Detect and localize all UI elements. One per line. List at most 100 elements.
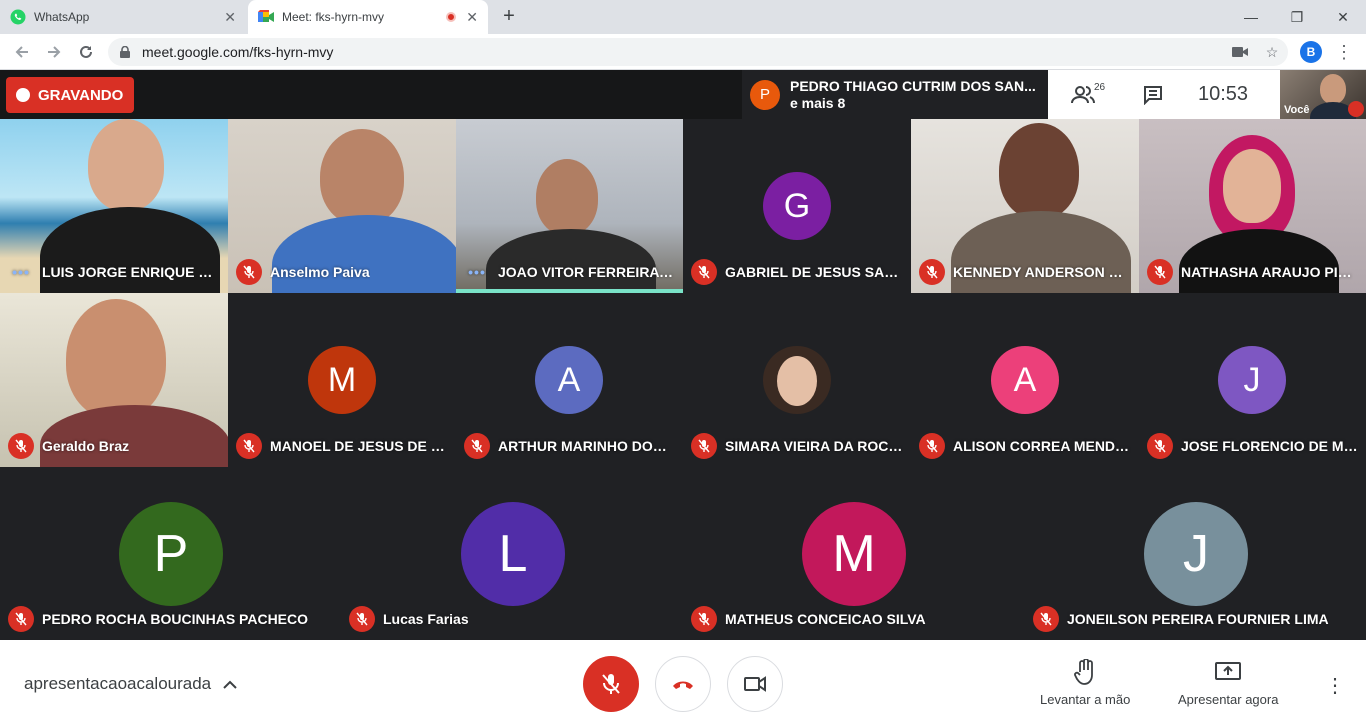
participant-tile[interactable]: Geraldo Braz (0, 293, 228, 467)
close-icon[interactable]: ✕ (224, 9, 236, 26)
self-preview[interactable]: Você (1280, 70, 1366, 119)
meeting-clock: 10:53 (1198, 83, 1249, 105)
new-tab-button[interactable]: + (498, 6, 520, 28)
raise-hand-button[interactable]: Levantar a mão (1040, 658, 1130, 707)
mic-off-icon (1348, 101, 1364, 117)
participant-label: MATHEUS CONCEICAO SILVA (691, 606, 1017, 632)
participant-name: JOAO VITOR FERREIRA FR... (498, 264, 675, 280)
participant-name: KENNEDY ANDERSON ME... (953, 264, 1131, 280)
participants-button[interactable]: 26 (1048, 70, 1118, 119)
participant-label: JOSE FLORENCIO DE MEL... (1147, 433, 1358, 459)
chat-icon (1144, 85, 1162, 105)
maximize-button[interactable]: ❐ (1274, 0, 1320, 34)
mic-off-icon (464, 433, 490, 459)
chat-button[interactable] (1118, 70, 1188, 119)
participant-avatar: M (308, 346, 376, 414)
participant-count: 26 (1094, 82, 1106, 93)
reload-button[interactable] (74, 40, 98, 64)
participant-name: Lucas Farias (383, 611, 469, 627)
recording-badge: GRAVANDO (6, 77, 134, 113)
mic-off-icon (1147, 433, 1173, 459)
microphone-toggle-button[interactable] (583, 656, 639, 712)
browser-menu-icon[interactable]: ⋮ (1332, 40, 1356, 64)
participant-tile[interactable]: P PEDRO ROCHA BOUCINHAS PACHECO (0, 467, 341, 640)
participant-tile[interactable]: SIMARA VIEIRA DA ROCHA (683, 293, 911, 467)
participant-tile[interactable]: ••• LUIS JORGE ENRIQUE RIV... (0, 119, 228, 293)
participant-label: ALISON CORREA MENDES (919, 433, 1131, 459)
more-options-icon[interactable]: ⋮ (1320, 670, 1350, 700)
participant-label: Geraldo Braz (8, 433, 220, 459)
tab-whatsapp[interactable]: WhatsApp ✕ (0, 0, 246, 34)
participant-label: ••• LUIS JORGE ENRIQUE RIV... (8, 259, 220, 285)
minimize-button[interactable]: — (1228, 0, 1274, 34)
present-now-button[interactable]: Apresentar agora (1178, 658, 1278, 707)
participant-tile[interactable]: ••• JOAO VITOR FERREIRA FR... (456, 119, 683, 293)
url-field[interactable]: meet.google.com/fks-hyrn-mvy (108, 38, 1288, 66)
participant-tile[interactable]: J JOSE FLORENCIO DE MEL... (1139, 293, 1366, 467)
leave-call-button[interactable] (655, 656, 711, 712)
presenter-avatar: P (750, 79, 780, 110)
camera-icon[interactable] (1228, 40, 1252, 64)
participant-tile[interactable]: A ALISON CORREA MENDES (911, 293, 1139, 467)
tab-title: Meet: fks-hyrn-mvy (282, 10, 385, 24)
participant-tile[interactable]: L Lucas Farias (341, 467, 683, 640)
meet-bottom-bar: apresentacaoacalourada Levantar a mão Ap… (0, 640, 1366, 728)
window-close-button[interactable]: ✕ (1320, 0, 1366, 34)
participant-tile[interactable]: J JONEILSON PEREIRA FOURNIER LIMA (1025, 467, 1366, 640)
participant-video-face (536, 159, 598, 235)
tab-meet[interactable]: Meet: fks-hyrn-mvy ✕ (248, 0, 488, 34)
bookmark-star-icon[interactable]: ☆ (1260, 40, 1284, 64)
participant-video-face (999, 123, 1079, 219)
present-label: Apresentar agora (1178, 692, 1279, 707)
participant-label: ARTHUR MARINHO DOS P... (464, 433, 675, 459)
participant-tile[interactable]: Anselmo Paiva (228, 119, 456, 293)
participant-tile[interactable]: M MATHEUS CONCEICAO SILVA (683, 467, 1025, 640)
participant-label: MANOEL DE JESUS DE SO... (236, 433, 448, 459)
participant-name: LUIS JORGE ENRIQUE RIV... (42, 264, 220, 280)
participant-tile[interactable]: NATHASHA ARAUJO PINTO (1139, 119, 1366, 293)
participant-name: NATHASHA ARAUJO PINTO (1181, 264, 1358, 280)
mic-off-icon (691, 606, 717, 632)
recording-label: GRAVANDO (38, 86, 124, 104)
participant-label: KENNEDY ANDERSON ME... (919, 259, 1131, 285)
audio-level-icon: ••• (12, 264, 30, 280)
participant-tile[interactable]: A ARTHUR MARINHO DOS P... (456, 293, 683, 467)
participant-label: GABRIEL DE JESUS SANT... (691, 259, 903, 285)
mic-off-icon (1033, 606, 1059, 632)
mic-off-icon (691, 433, 717, 459)
participant-avatar: J (1144, 502, 1248, 606)
camera-toggle-button[interactable] (727, 656, 783, 712)
recording-indicator-icon (446, 12, 457, 22)
meeting-details-button[interactable]: apresentacaoacalourada (24, 674, 237, 694)
participant-label: NATHASHA ARAUJO PINTO (1147, 259, 1358, 285)
participant-tile[interactable]: M MANOEL DE JESUS DE SO... (228, 293, 456, 467)
participant-tile[interactable]: KENNEDY ANDERSON ME... (911, 119, 1139, 293)
people-icon (1071, 85, 1095, 103)
participant-avatar: A (991, 346, 1059, 414)
profile-avatar[interactable]: B (1300, 41, 1322, 63)
close-icon[interactable]: ✕ (466, 9, 478, 26)
participant-name: JOSE FLORENCIO DE MEL... (1181, 438, 1358, 454)
participant-name: ARTHUR MARINHO DOS P... (498, 438, 675, 454)
participant-photo (763, 346, 831, 414)
back-button[interactable] (10, 40, 34, 64)
presenter-info[interactable]: P PEDRO THIAGO CUTRIM DOS SAN... e mais … (742, 70, 1048, 119)
participant-name: MATHEUS CONCEICAO SILVA (725, 611, 926, 627)
audio-level-icon: ••• (468, 264, 486, 280)
mic-off-icon (8, 433, 34, 459)
self-video-face (1320, 74, 1346, 104)
participant-label: Lucas Farias (349, 606, 675, 632)
meeting-code-text: apresentacaoacalourada (24, 674, 212, 693)
mic-off-icon (1147, 259, 1173, 285)
url-text: meet.google.com/fks-hyrn-mvy (142, 44, 334, 60)
mic-off-icon (236, 259, 262, 285)
participant-avatar: J (1218, 346, 1286, 414)
hang-up-icon (673, 681, 693, 689)
forward-button[interactable] (42, 40, 66, 64)
participant-tile[interactable]: G GABRIEL DE JESUS SANT... (683, 119, 911, 293)
participant-name: JONEILSON PEREIRA FOURNIER LIMA (1067, 611, 1329, 627)
participant-label: JONEILSON PEREIRA FOURNIER LIMA (1033, 606, 1358, 632)
mic-off-icon (691, 259, 717, 285)
participant-video-face (88, 119, 164, 211)
participant-label: Anselmo Paiva (236, 259, 448, 285)
